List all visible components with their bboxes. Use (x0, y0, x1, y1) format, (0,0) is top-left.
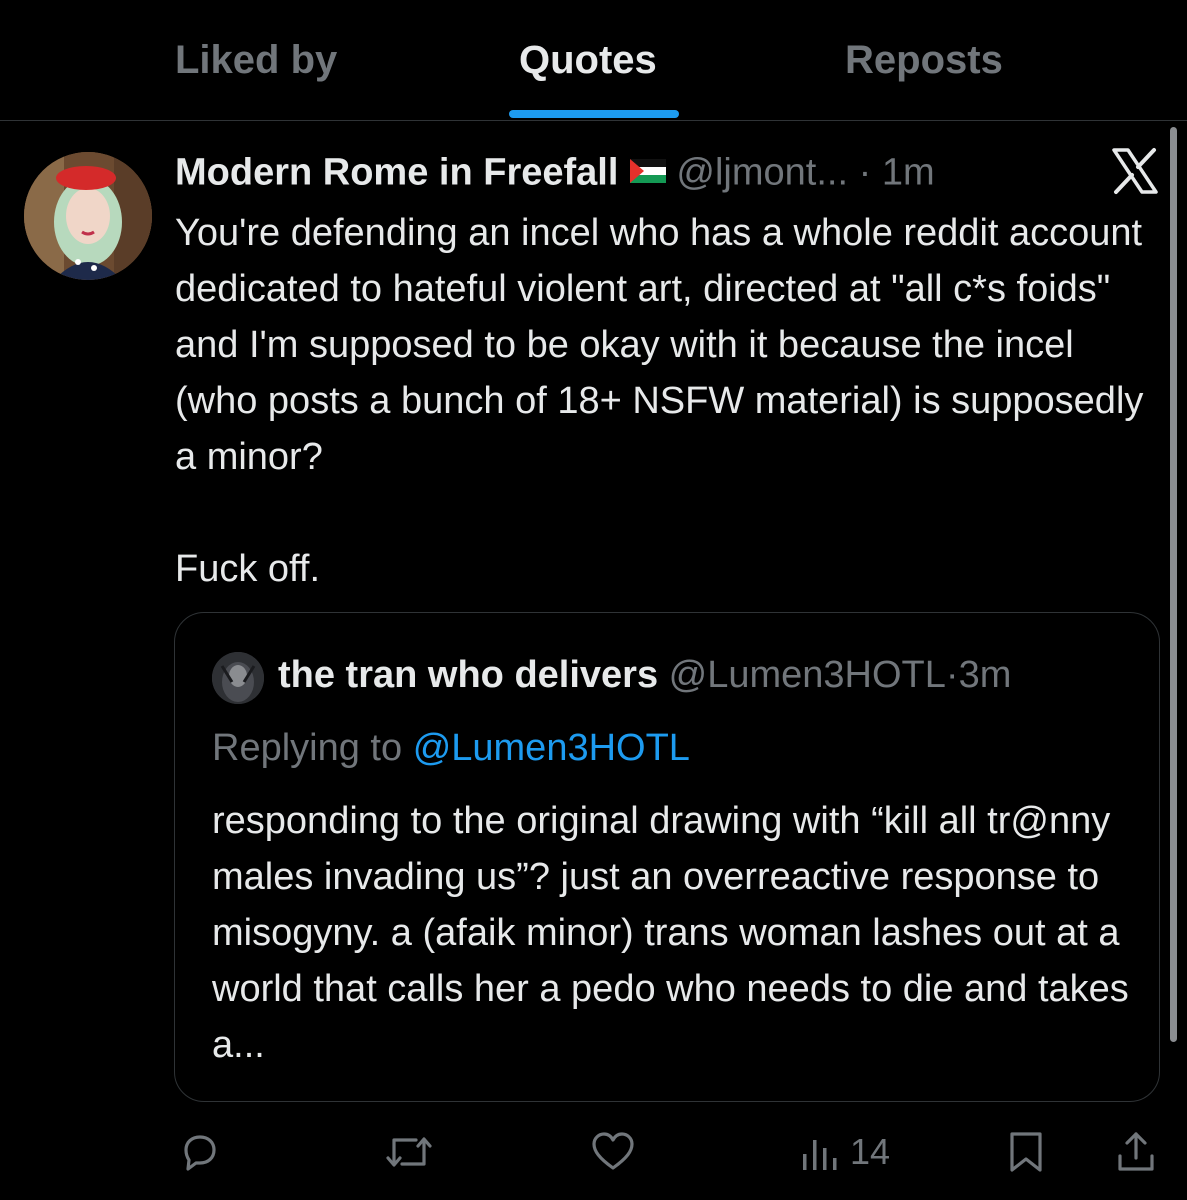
tab-liked-by[interactable]: Liked by (175, 38, 337, 83)
author-name[interactable]: Modern Rome in Freefall (175, 152, 618, 194)
tab-quotes[interactable]: Quotes (519, 38, 657, 83)
quoted-author-avatar (212, 652, 264, 704)
heart-icon (589, 1130, 637, 1174)
share-button[interactable] (1114, 1130, 1158, 1174)
quoted-post-text: responding to the original drawing with … (212, 800, 1129, 1066)
tab-bar: Liked by Quotes Reposts (0, 0, 1187, 121)
views-button[interactable]: 14 (800, 1130, 890, 1174)
reply-button[interactable] (178, 1130, 222, 1174)
reply-icon (178, 1130, 222, 1174)
like-button[interactable] (589, 1130, 637, 1174)
post-header: Modern Rome in Freefall @ljmont... · 1m (175, 150, 935, 199)
post-text: You're defending an incel who has a whol… (175, 212, 1144, 590)
views-icon (800, 1130, 840, 1174)
views-count: 14 (850, 1131, 891, 1172)
active-tab-indicator (509, 110, 679, 118)
separator-dot: · (858, 151, 872, 194)
share-icon (1114, 1130, 1158, 1174)
replying-mention[interactable]: @Lumen3HOTL (413, 727, 690, 769)
bookmark-icon (1006, 1130, 1046, 1174)
tab-reposts[interactable]: Reposts (845, 38, 1003, 83)
quoted-author-name: the tran who delivers (278, 654, 659, 696)
palestine-flag-icon (630, 150, 667, 193)
repost-icon (384, 1130, 434, 1174)
author-handle[interactable]: @ljmont... (676, 152, 848, 194)
repost-button[interactable] (384, 1130, 434, 1174)
bookmark-button[interactable] (1006, 1130, 1046, 1174)
replying-prefix: Replying to (212, 727, 403, 769)
quoted-author-handle: @Lumen3HOTL (668, 654, 946, 696)
replying-to: Replying to @Lumen3HOTL (212, 727, 690, 770)
post-time[interactable]: 1m (882, 152, 935, 194)
avatar[interactable] (24, 152, 152, 280)
quoted-post-time: 3m (958, 654, 1012, 696)
separator-dot: · (945, 654, 959, 696)
x-logo-icon[interactable] (1110, 146, 1160, 196)
scrollbar[interactable] (1170, 127, 1177, 1042)
quoted-post-header: the tran who delivers @Lumen3HOTL·3m (278, 654, 1011, 697)
